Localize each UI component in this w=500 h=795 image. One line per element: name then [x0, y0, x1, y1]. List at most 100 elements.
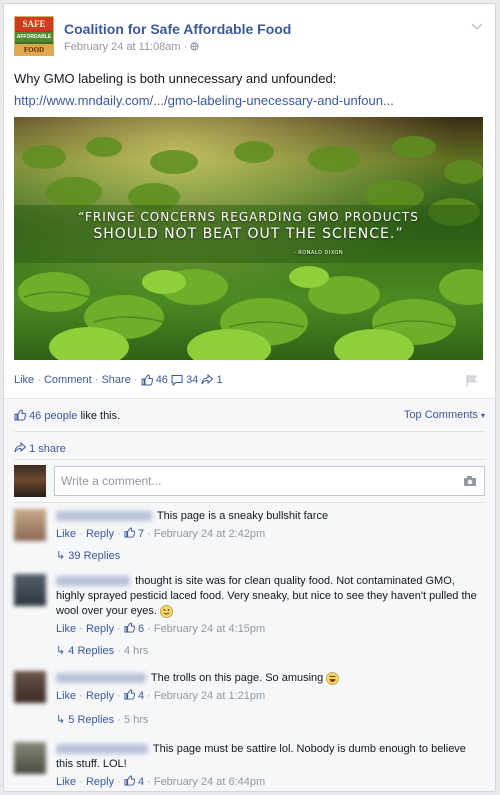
post-actions: Like · Comment · Share · 46 34 1 [14, 374, 485, 390]
page-name-link[interactable]: Coalition for Safe Affordable Food [64, 21, 291, 37]
commenter-name[interactable] [56, 744, 148, 755]
action-sep-1: · [37, 374, 41, 387]
replies-count[interactable]: 4 Replies [68, 645, 114, 657]
reply-arrow-icon: ↳ [56, 645, 66, 657]
shares-summary: 1 share [14, 441, 66, 455]
comment-time[interactable]: February 24 at 1:21pm [154, 690, 265, 702]
comment-composer [14, 464, 485, 498]
comment-actions: Like · Reply · 4 · February 24 at 6:44pm [56, 775, 266, 788]
comment-like-link[interactable]: Like [56, 690, 76, 702]
image-quote: “FRINGE CONCERNS REGARDING GMO PRODUCTS … [14, 210, 483, 256]
thumbs-up-icon [14, 409, 27, 421]
top-comments-label: Top Comments [403, 409, 478, 421]
comment-like-count[interactable]: 6 [138, 623, 144, 635]
post-meta: February 24 at 11:08am · [64, 41, 200, 53]
likes-suffix: like this. [77, 410, 121, 422]
top-comments-dropdown[interactable]: Top Comments ▾ [404, 409, 485, 421]
logo-line-2: AFFORDABLE [15, 32, 53, 42]
post-text: Why GMO labeling is both unnecessary and… [14, 71, 337, 86]
comment-time[interactable]: February 24 at 2:42pm [154, 528, 265, 540]
action-sep-2: · [94, 374, 99, 387]
comment-like-link[interactable]: Like [56, 528, 76, 540]
reply-arrow-icon: ↳ [56, 550, 66, 562]
divider [14, 431, 485, 432]
replies-count[interactable]: 5 Replies [68, 714, 114, 726]
comment-like-count[interactable]: 7 [138, 528, 144, 540]
share-link[interactable]: Share [101, 374, 130, 386]
replies-link[interactable]: ↳ 4 Replies · 4 hrs [56, 644, 148, 657]
comment-item: The trolls on this page. So amusing Like… [14, 671, 485, 731]
post-timestamp[interactable]: February 24 at 11:08am [64, 41, 181, 53]
comment-input[interactable] [54, 466, 485, 496]
thumbs-up-icon [124, 689, 136, 700]
likes-summary: 46 people like this. Top Comments ▾ [14, 409, 485, 422]
flag-icon[interactable] [465, 374, 479, 388]
avatar[interactable] [14, 742, 46, 774]
share-arrow-icon [14, 441, 27, 453]
meta-separator: · [183, 41, 188, 53]
quote-line-2: SHOULD NOT BEAT OUT THE SCIENCE.” [93, 226, 404, 242]
camera-icon[interactable] [463, 475, 477, 487]
comment-count[interactable]: 34 [186, 374, 198, 386]
logo-line-3: FOOD [15, 44, 53, 55]
post-header: SAFE AFFORDABLE FOOD Coalition for Safe … [14, 16, 485, 60]
smiley-face [163, 608, 170, 615]
divider [14, 502, 485, 503]
avatar[interactable] [14, 671, 46, 703]
comment-like-count[interactable]: 4 [138, 776, 144, 788]
comment-time[interactable]: February 24 at 4:15pm [154, 623, 265, 635]
comment-actions: Like · Reply · 7 · February 24 at 2:42pm [56, 527, 266, 540]
like-count[interactable]: 46 [156, 374, 168, 386]
replies-link[interactable]: ↳ 39 Replies [56, 549, 120, 562]
chevron-down-icon[interactable] [469, 18, 485, 34]
comment-body: This page is a sneaky bullshit farce Lik… [56, 509, 485, 542]
replies-separator: · [117, 714, 121, 726]
comment-text: The trolls on this page. So amusing [150, 672, 324, 684]
commenter-name[interactable] [56, 673, 146, 684]
logo-line-1: SAFE [15, 17, 53, 31]
comment-like-link[interactable]: Like [56, 623, 76, 635]
reply-arrow-icon: ↳ [56, 714, 66, 726]
comment-actions: Like · Reply · 6 · February 24 at 4:15pm [56, 622, 266, 635]
replies-separator: · [117, 645, 121, 657]
smiley-icon [159, 604, 173, 618]
share-arrow-icon[interactable] [201, 374, 214, 386]
comment-time[interactable]: February 24 at 6:44pm [154, 776, 265, 788]
feedback-section: 46 people like this. Top Comments ▾ 1 sh… [4, 398, 495, 791]
quote-attribution: - RONALD DIXON [293, 250, 344, 256]
replies-age: 5 hrs [123, 714, 149, 726]
avatar[interactable] [14, 574, 46, 606]
commenter-name[interactable] [56, 576, 130, 587]
quote-line-1: “FRINGE CONCERNS REGARDING GMO PRODUCTS [78, 210, 419, 224]
comment-reply-link[interactable]: Reply [86, 528, 114, 540]
avatar[interactable] [14, 509, 46, 541]
comment-body: The trolls on this page. So amusing Like… [56, 671, 485, 704]
comment-like-count[interactable]: 4 [138, 690, 144, 702]
divider [14, 459, 485, 460]
comment-like-link[interactable]: Like [56, 776, 76, 788]
comment-reply-link[interactable]: Reply [86, 623, 114, 635]
thumbs-up-icon [124, 527, 136, 538]
page-logo[interactable]: SAFE AFFORDABLE FOOD [14, 16, 54, 56]
share-count[interactable]: 1 [216, 374, 222, 386]
comment-item: thought is site was for clean quality fo… [14, 574, 485, 660]
like-link[interactable]: Like [14, 374, 34, 386]
comment-reply-link[interactable]: Reply [86, 690, 114, 702]
likes-people-link[interactable]: 46 people [29, 410, 77, 422]
caret-down-icon: ▾ [480, 411, 485, 420]
action-sep-3: · [133, 374, 138, 387]
thumbs-up-icon [124, 775, 136, 786]
commenter-name[interactable] [56, 511, 152, 522]
comment-reply-link[interactable]: Reply [86, 776, 114, 788]
post-image[interactable]: “FRINGE CONCERNS REGARDING GMO PRODUCTS … [14, 117, 483, 360]
replies-count[interactable]: 39 Replies [68, 550, 120, 562]
shares-link[interactable]: 1 share [29, 443, 66, 455]
thumbs-up-icon[interactable] [141, 374, 153, 386]
comment-item: This page is a sneaky bullshit farce Lik… [14, 509, 485, 567]
avatar[interactable] [14, 465, 46, 497]
replies-link[interactable]: ↳ 5 Replies · 5 hrs [56, 713, 148, 726]
comment-link[interactable]: Comment [44, 374, 92, 386]
post-url-link[interactable]: http://www.mndaily.com/.../gmo-labeling-… [14, 92, 485, 110]
comment-item: This page must be sattire lol. Nobody is… [14, 742, 485, 791]
speech-bubble-icon[interactable] [171, 374, 183, 387]
